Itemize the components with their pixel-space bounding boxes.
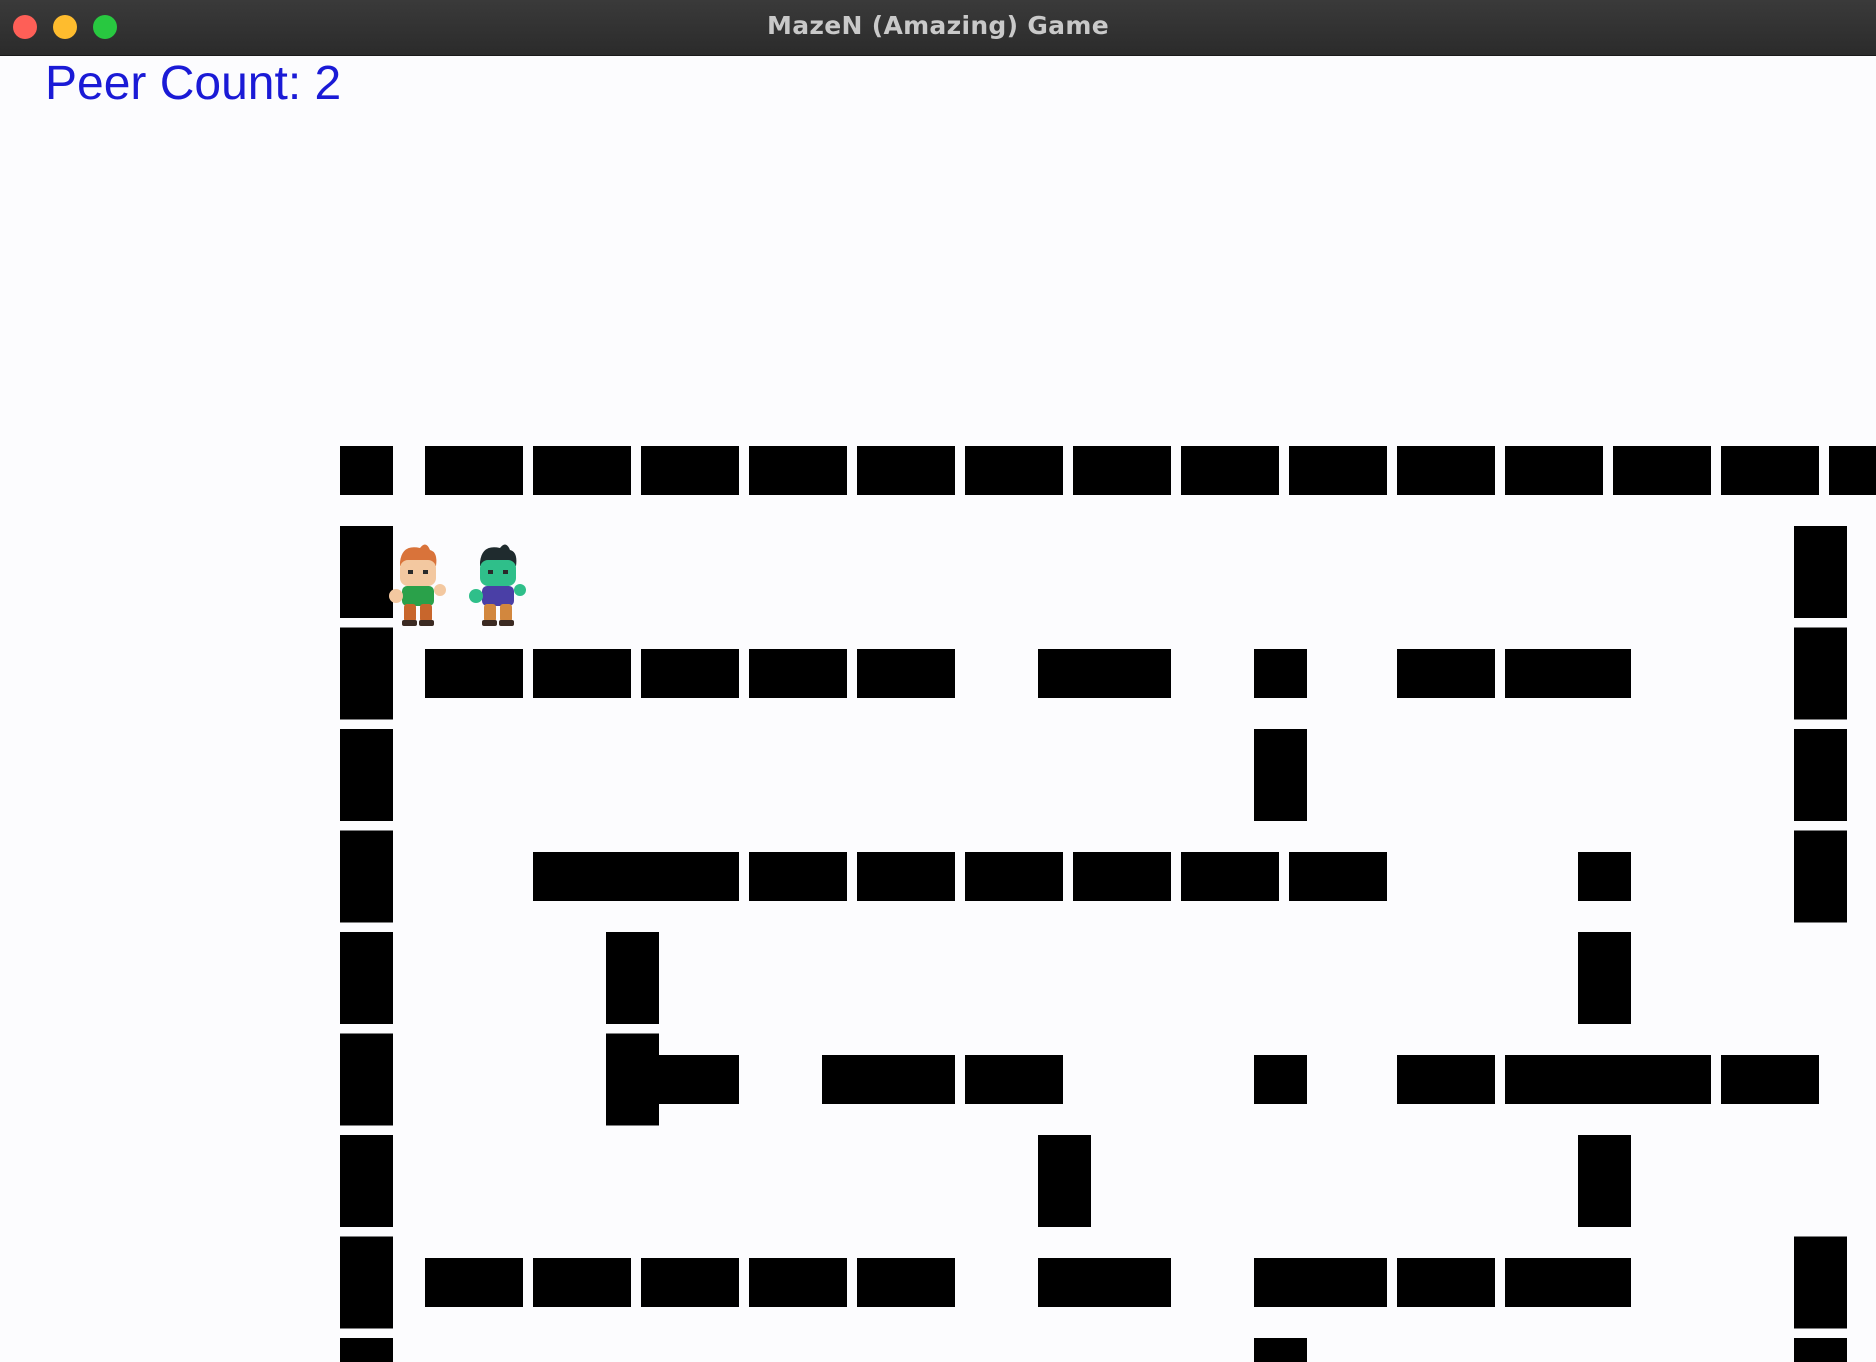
maze-wall-post — [340, 446, 393, 495]
maze-wall-horizontal — [965, 1055, 1063, 1104]
player-red-hair — [389, 544, 446, 626]
maze-wall-horizontal — [1289, 446, 1387, 495]
maze-wall-vertical — [340, 1338, 393, 1362]
maze-wall-post — [1038, 1258, 1091, 1307]
maze-wall-horizontal — [641, 446, 739, 495]
maze-wall-horizontal — [1505, 446, 1603, 495]
maze-wall-horizontal — [857, 852, 955, 901]
maze-wall-vertical — [340, 1135, 393, 1227]
maze-wall-vertical — [340, 627, 393, 720]
player-green-zombie — [469, 544, 526, 626]
maze-wall-horizontal — [1397, 649, 1495, 698]
maze-wall-horizontal — [965, 446, 1063, 495]
maze-wall-horizontal — [425, 1258, 523, 1307]
maze-wall-vertical — [606, 1033, 659, 1126]
maze-wall-vertical — [1254, 729, 1307, 821]
maze-wall-vertical — [1794, 526, 1847, 618]
maze-wall-horizontal — [533, 649, 631, 698]
game-canvas[interactable]: Peer Count: 2 — [0, 56, 1876, 1362]
maze-wall-horizontal — [857, 649, 955, 698]
maze-wall-horizontal — [1613, 446, 1711, 495]
maze-wall-vertical — [1794, 1236, 1847, 1329]
title-bar: MazeN (Amazing) Game — [0, 0, 1876, 56]
maze-wall-vertical — [1038, 1135, 1091, 1227]
maze-wall-horizontal — [749, 1258, 847, 1307]
maze-wall-post — [1578, 852, 1631, 901]
maze-wall-horizontal — [1397, 1055, 1495, 1104]
maze-wall-horizontal — [641, 649, 739, 698]
maze-wall-post — [1038, 649, 1091, 698]
maze-wall-horizontal — [641, 1258, 739, 1307]
maze-wall-horizontal — [1721, 446, 1819, 495]
maze-wall-vertical — [1578, 1135, 1631, 1227]
maze-wall-vertical — [340, 830, 393, 923]
maze-wall-horizontal — [857, 1258, 955, 1307]
maze-wall-horizontal — [1829, 446, 1876, 495]
maze-wall-vertical — [1794, 627, 1847, 720]
maze-wall-horizontal — [425, 649, 523, 698]
window-title: MazeN (Amazing) Game — [767, 11, 1109, 40]
maze-wall-horizontal — [1181, 446, 1279, 495]
maze-wall-vertical — [340, 1236, 393, 1329]
maze-wall-vertical — [340, 729, 393, 821]
maze-wall-post — [822, 1055, 875, 1104]
maze-wall-post — [1578, 649, 1631, 698]
maze-wall-horizontal — [749, 649, 847, 698]
maze-wall-horizontal — [425, 446, 523, 495]
maze-walls — [340, 446, 1876, 1362]
maze-wall-horizontal — [1721, 1055, 1819, 1104]
maze-wall-horizontal — [1397, 446, 1495, 495]
maze-wall-horizontal — [749, 446, 847, 495]
maze-wall-post — [1578, 1055, 1631, 1104]
maze-wall-vertical — [1254, 1338, 1307, 1362]
maze-wall-horizontal — [1289, 852, 1387, 901]
maze-wall-post — [1254, 1258, 1307, 1307]
maze-wall-horizontal — [965, 852, 1063, 901]
maze-wall-horizontal — [1073, 852, 1171, 901]
maze-wall-horizontal — [533, 1258, 631, 1307]
maze-wall-vertical — [340, 1033, 393, 1126]
maze-wall-vertical — [1578, 932, 1631, 1024]
maze-wall-vertical — [1794, 729, 1847, 821]
maze-wall-horizontal — [749, 852, 847, 901]
app-window: MazeN (Amazing) Game Peer Count: 2 — [0, 0, 1876, 1362]
maze — [0, 56, 1876, 1362]
maze-wall-horizontal — [1397, 1258, 1495, 1307]
maze-wall-vertical — [340, 932, 393, 1024]
maze-wall-vertical — [606, 932, 659, 1024]
maze-wall-vertical — [1794, 1338, 1847, 1362]
maze-wall-post — [1254, 649, 1307, 698]
maze-wall-post — [1254, 1055, 1307, 1104]
maze-wall-post — [606, 852, 659, 901]
maze-wall-horizontal — [1073, 446, 1171, 495]
maze-wall-vertical — [1794, 830, 1847, 923]
maze-wall-horizontal — [857, 446, 955, 495]
maze-wall-post — [1578, 1258, 1631, 1307]
maze-wall-horizontal — [533, 446, 631, 495]
maze-wall-horizontal — [1181, 852, 1279, 901]
